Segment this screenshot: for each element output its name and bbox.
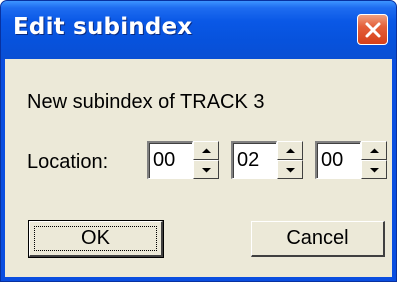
- spin-up-arrow-icon: [201, 148, 211, 153]
- location-label: Location:: [27, 151, 109, 173]
- spin-down-button[interactable]: [277, 160, 303, 179]
- spin-down-button[interactable]: [193, 160, 219, 179]
- spin-down-arrow-icon: [369, 167, 379, 172]
- spin-up-button[interactable]: [361, 141, 387, 160]
- location-frames-input[interactable]: 00: [315, 141, 361, 179]
- ok-button-label: OK: [81, 227, 110, 249]
- spin-buttons: [361, 141, 387, 179]
- location-minutes-spinner: 00: [147, 141, 219, 179]
- location-seconds-input[interactable]: 02: [231, 141, 277, 179]
- cancel-button[interactable]: Cancel: [251, 221, 385, 257]
- spin-up-arrow-icon: [285, 148, 295, 153]
- spin-down-button[interactable]: [361, 160, 387, 179]
- cancel-button-label: Cancel: [286, 227, 349, 249]
- location-frames-spinner: 00: [315, 141, 387, 179]
- close-icon: [365, 22, 380, 37]
- window-title: Edit subindex: [13, 14, 193, 40]
- close-button[interactable]: [357, 14, 388, 45]
- spin-buttons: [193, 141, 219, 179]
- dialog-body: New subindex of TRACK 3 Location: 00 02: [5, 59, 392, 277]
- spin-up-arrow-icon: [369, 148, 379, 153]
- title-bar[interactable]: Edit subindex: [1, 1, 396, 59]
- ok-button[interactable]: OK: [28, 220, 164, 258]
- dialog-message: New subindex of TRACK 3: [27, 91, 265, 113]
- spin-buttons: [277, 141, 303, 179]
- spin-down-arrow-icon: [201, 167, 211, 172]
- location-minutes-input[interactable]: 00: [147, 141, 193, 179]
- spin-up-button[interactable]: [193, 141, 219, 160]
- edit-subindex-dialog: Edit subindex New subindex of TRACK 3 Lo…: [0, 0, 397, 282]
- spin-down-arrow-icon: [285, 167, 295, 172]
- location-seconds-spinner: 02: [231, 141, 303, 179]
- spin-up-button[interactable]: [277, 141, 303, 160]
